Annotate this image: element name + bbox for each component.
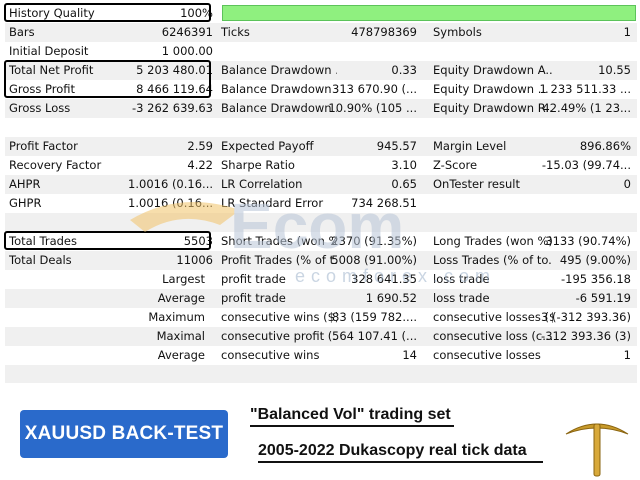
lr-standard-error-label: LR Standard Error [221, 196, 324, 210]
sharpe-ratio-value: 3.10 [391, 158, 417, 172]
long-trades-value: 3133 (90.74%) [545, 234, 631, 248]
lr-correlation-value: 0.65 [391, 177, 417, 191]
row-largest: Largest profit trade 328 641.35 loss tra… [5, 270, 637, 289]
largest-loss-value: -195 356.18 [561, 272, 631, 286]
gross-loss-label: Gross Loss [9, 101, 71, 115]
row-spacer-1 [5, 118, 637, 137]
ghpr-label: GHPR [9, 196, 42, 210]
equity-drawdown-rel-value: 42.49% (1 23... [542, 101, 631, 115]
sharpe-ratio-label: Sharpe Ratio [221, 158, 295, 172]
ticks-value: 478798369 [351, 25, 417, 39]
largest-profit-label: profit trade [221, 272, 286, 286]
initial-deposit-value: 1 000.00 [161, 44, 213, 58]
average-profit-value: 1 690.52 [365, 291, 417, 305]
short-trades-value: 2370 (91.35%) [331, 234, 417, 248]
bars-label: Bars [9, 25, 35, 39]
profit-factor-label: Profit Factor [9, 139, 78, 153]
profit-factor-value: 2.59 [187, 139, 213, 153]
row-maximal: Maximal consecutive profit (... 564 107.… [5, 327, 637, 346]
z-score-value: -15.03 (99.74... [541, 158, 631, 172]
average-label: Average [157, 291, 205, 305]
gross-loss-value: -3 262 639.63 [132, 101, 213, 115]
average-loss-value: -6 591.19 [575, 291, 631, 305]
row-average: Average profit trade 1 690.52 loss trade… [5, 289, 637, 308]
balance-drawdown-rel-value: 10.90% (105 ... [328, 101, 417, 115]
caption-tick-data: 2005-2022 Dukascopy real tick data [258, 442, 527, 459]
average-profit-label: profit trade [221, 291, 286, 305]
expected-payoff-label: Expected Payoff [221, 139, 314, 153]
balance-drawdown-max-label: Balance Drawdown ... [221, 82, 337, 96]
balance-drawdown-max-value: 313 670.90 (... [332, 82, 417, 96]
row-initial-deposit: Initial Deposit 1 000.00 [5, 42, 637, 61]
xauusd-backtest-label: XAUUSD BACK-TEST [24, 423, 224, 444]
lr-standard-error-value: 734 268.51 [351, 196, 417, 210]
maximum-label: Maximum [148, 310, 205, 324]
highlight-profit-block [4, 60, 211, 98]
maximal-label: Maximal [156, 329, 205, 343]
bars-value: 6246391 [161, 25, 213, 39]
total-deals-value: 11006 [176, 253, 213, 267]
row-average-consecutive: Average consecutive wins 14 consecutive … [5, 346, 637, 365]
ontester-result-value: 0 [623, 177, 631, 191]
ahpr-value: 1.0016 (0.16... [128, 177, 213, 191]
caption-trading-set-underline [250, 425, 454, 427]
recovery-factor-label: Recovery Factor [9, 158, 102, 172]
row-spacer-2 [5, 213, 637, 232]
ticks-label: Ticks [221, 25, 250, 39]
history-quality-bar [222, 5, 636, 21]
row-maximum: Maximum consecutive wins ($) 83 (159 782… [5, 308, 637, 327]
lr-correlation-label: LR Correlation [221, 177, 303, 191]
row-total-deals: Total Deals 11006 Profit Trades (% of t.… [5, 251, 637, 270]
expected-payoff-value: 945.57 [376, 139, 417, 153]
loss-trades-value: 495 (9.00%) [559, 253, 631, 267]
ghpr-value: 1.0016 (0.16... [128, 196, 213, 210]
row-bars: Bars 6246391 Ticks 478798369 Symbols 1 [5, 23, 637, 42]
largest-profit-value: 328 641.35 [351, 272, 417, 286]
largest-label: Largest [162, 272, 205, 286]
recovery-factor-value: 4.22 [187, 158, 213, 172]
balance-drawdown-abs-value: 0.33 [391, 63, 417, 77]
avg-cons-wins-value: 14 [402, 348, 417, 362]
profit-trades-label: Profit Trades (% of t... [221, 253, 337, 267]
xauusd-backtest-button[interactable]: XAUUSD BACK-TEST [20, 410, 228, 458]
row-ahpr: AHPR 1.0016 (0.16... LR Correlation 0.65… [5, 175, 637, 194]
balance-drawdown-abs-label: Balance Drawdown ... [221, 63, 337, 77]
equity-drawdown-max-value: 1 233 511.33 ... [539, 82, 631, 96]
margin-level-value: 896.86% [579, 139, 631, 153]
row-recovery-factor: Recovery Factor 4.22 Sharpe Ratio 3.10 Z… [5, 156, 637, 175]
highlight-history-quality [4, 3, 211, 22]
caption-trading-set: "Balanced Vol" trading set [250, 406, 451, 423]
short-trades-label: Short Trades (won %) [221, 234, 337, 248]
symbols-value: 1 [623, 25, 631, 39]
equity-drawdown-abs-value: 10.55 [598, 63, 631, 77]
maximal-cons-profit-label: consecutive profit (... [221, 329, 337, 343]
avg-cons-losses-value: 1 [623, 348, 631, 362]
initial-deposit-label: Initial Deposit [9, 44, 89, 58]
pickaxe-icon [565, 423, 629, 477]
report-table: History Quality 100% Bars 6246391 Ticks … [5, 4, 637, 365]
average-cons-label: Average [157, 348, 205, 362]
maximal-cons-loss-value: -312 393.36 (3) [541, 329, 631, 343]
row-profit-factor: Profit Factor 2.59 Expected Payoff 945.5… [5, 137, 637, 156]
highlight-total-trades [4, 231, 211, 250]
ahpr-label: AHPR [9, 177, 41, 191]
balance-drawdown-rel-label: Balance Drawdown ... [221, 101, 337, 115]
caption-tick-data-underline [258, 461, 543, 463]
max-cons-wins-label: consecutive wins ($) [221, 310, 337, 324]
row-ghpr: GHPR 1.0016 (0.16... LR Standard Error 7… [5, 194, 637, 213]
avg-cons-wins-label: consecutive wins [221, 348, 320, 362]
maximal-cons-profit-value: 564 107.41 (... [332, 329, 417, 343]
profit-trades-value: 5008 (91.00%) [331, 253, 417, 267]
max-cons-wins-value: 83 (159 782.... [332, 310, 417, 324]
row-gross-loss: Gross Loss -3 262 639.63 Balance Drawdow… [5, 99, 637, 118]
total-deals-label: Total Deals [9, 253, 72, 267]
max-cons-losses-value: 3 (-312 393.36) [541, 310, 631, 324]
empty-row [5, 365, 637, 383]
